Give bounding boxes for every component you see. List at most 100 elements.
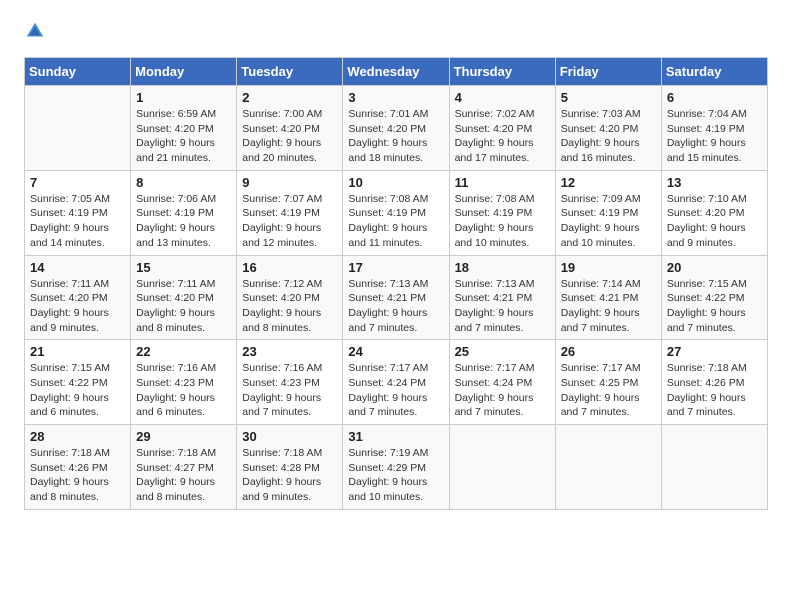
day-number: 18 [455,260,550,275]
day-info: Sunrise: 7:16 AMSunset: 4:23 PMDaylight:… [242,361,337,420]
day-number: 26 [561,344,656,359]
header-day-saturday: Saturday [661,58,767,86]
calendar-cell: 18 Sunrise: 7:13 AMSunset: 4:21 PMDayligh… [449,255,555,340]
day-info: Sunrise: 7:11 AMSunset: 4:20 PMDaylight:… [136,277,231,336]
calendar-header: SundayMondayTuesdayWednesdayThursdayFrid… [25,58,768,86]
calendar-cell: 20 Sunrise: 7:15 AMSunset: 4:22 PMDayligh… [661,255,767,340]
calendar-cell [555,425,661,510]
day-number: 7 [30,175,125,190]
day-info: Sunrise: 7:07 AMSunset: 4:19 PMDaylight:… [242,192,337,251]
header-day-monday: Monday [131,58,237,86]
day-number: 27 [667,344,762,359]
calendar-cell: 29 Sunrise: 7:18 AMSunset: 4:27 PMDayligh… [131,425,237,510]
day-info: Sunrise: 7:12 AMSunset: 4:20 PMDaylight:… [242,277,337,336]
day-number: 13 [667,175,762,190]
calendar-cell: 11Sunrise: 7:08 AMSunset: 4:19 PMDayligh… [449,170,555,255]
calendar-cell: 8 Sunrise: 7:06 AMSunset: 4:19 PMDaylight… [131,170,237,255]
day-number: 20 [667,260,762,275]
day-number: 10 [348,175,443,190]
day-info: Sunrise: 7:11 AMSunset: 4:20 PMDaylight:… [30,277,125,336]
day-info: Sunrise: 6:59 AMSunset: 4:20 PMDaylight:… [136,107,231,166]
day-number: 8 [136,175,231,190]
day-number: 17 [348,260,443,275]
day-info: Sunrise: 7:17 AMSunset: 4:24 PMDaylight:… [455,361,550,420]
calendar-cell: 5 Sunrise: 7:03 AMSunset: 4:20 PMDaylight… [555,86,661,171]
day-info: Sunrise: 7:15 AMSunset: 4:22 PMDaylight:… [667,277,762,336]
page-header [24,20,768,47]
calendar-cell: 16 Sunrise: 7:12 AMSunset: 4:20 PMDayligh… [237,255,343,340]
day-info: Sunrise: 7:00 AMSunset: 4:20 PMDaylight:… [242,107,337,166]
calendar-cell: 3 Sunrise: 7:01 AMSunset: 4:20 PMDaylight… [343,86,449,171]
week-row-4: 21 Sunrise: 7:15 AMSunset: 4:22 PMDayligh… [25,340,768,425]
calendar-cell: 19Sunrise: 7:14 AMSunset: 4:21 PMDayligh… [555,255,661,340]
day-number: 23 [242,344,337,359]
calendar-body: 1 Sunrise: 6:59 AMSunset: 4:20 PMDaylight… [25,86,768,510]
calendar-cell: 25 Sunrise: 7:17 AMSunset: 4:24 PMDayligh… [449,340,555,425]
calendar-cell: 22 Sunrise: 7:16 AMSunset: 4:23 PMDayligh… [131,340,237,425]
day-info: Sunrise: 7:16 AMSunset: 4:23 PMDaylight:… [136,361,231,420]
header-day-tuesday: Tuesday [237,58,343,86]
day-number: 1 [136,90,231,105]
day-info: Sunrise: 7:18 AMSunset: 4:26 PMDaylight:… [667,361,762,420]
day-info: Sunrise: 7:17 AMSunset: 4:25 PMDaylight:… [561,361,656,420]
day-info: Sunrise: 7:01 AMSunset: 4:20 PMDaylight:… [348,107,443,166]
calendar-table: SundayMondayTuesdayWednesdayThursdayFrid… [24,57,768,510]
calendar-cell: 27 Sunrise: 7:18 AMSunset: 4:26 PMDayligh… [661,340,767,425]
day-number: 4 [455,90,550,105]
day-info: Sunrise: 7:09 AMSunset: 4:19 PMDaylight:… [561,192,656,251]
calendar-cell [449,425,555,510]
day-number: 28 [30,429,125,444]
calendar-cell [661,425,767,510]
calendar-cell: 2Sunrise: 7:00 AMSunset: 4:20 PMDaylight… [237,86,343,171]
calendar-cell: 17 Sunrise: 7:13 AMSunset: 4:21 PMDayligh… [343,255,449,340]
day-info: Sunrise: 7:17 AMSunset: 4:24 PMDaylight:… [348,361,443,420]
week-row-2: 7 Sunrise: 7:05 AMSunset: 4:19 PMDaylight… [25,170,768,255]
calendar-cell: 28Sunrise: 7:18 AMSunset: 4:26 PMDayligh… [25,425,131,510]
week-row-5: 28Sunrise: 7:18 AMSunset: 4:26 PMDayligh… [25,425,768,510]
header-day-sunday: Sunday [25,58,131,86]
day-number: 14 [30,260,125,275]
day-number: 31 [348,429,443,444]
day-info: Sunrise: 7:05 AMSunset: 4:19 PMDaylight:… [30,192,125,251]
day-number: 25 [455,344,550,359]
calendar-cell: 7 Sunrise: 7:05 AMSunset: 4:19 PMDaylight… [25,170,131,255]
day-info: Sunrise: 7:03 AMSunset: 4:20 PMDaylight:… [561,107,656,166]
calendar-cell: 24Sunrise: 7:17 AMSunset: 4:24 PMDayligh… [343,340,449,425]
day-info: Sunrise: 7:18 AMSunset: 4:27 PMDaylight:… [136,446,231,505]
day-number: 3 [348,90,443,105]
calendar-cell: 10 Sunrise: 7:08 AMSunset: 4:19 PMDayligh… [343,170,449,255]
calendar-cell [25,86,131,171]
week-row-3: 14 Sunrise: 7:11 AMSunset: 4:20 PMDayligh… [25,255,768,340]
day-info: Sunrise: 7:13 AMSunset: 4:21 PMDaylight:… [455,277,550,336]
calendar-cell: 14 Sunrise: 7:11 AMSunset: 4:20 PMDayligh… [25,255,131,340]
day-info: Sunrise: 7:10 AMSunset: 4:20 PMDaylight:… [667,192,762,251]
day-info: Sunrise: 7:04 AMSunset: 4:19 PMDaylight:… [667,107,762,166]
calendar-cell: 21 Sunrise: 7:15 AMSunset: 4:22 PMDayligh… [25,340,131,425]
day-number: 9 [242,175,337,190]
logo [24,20,50,47]
day-info: Sunrise: 7:18 AMSunset: 4:28 PMDaylight:… [242,446,337,505]
day-number: 6 [667,90,762,105]
day-info: Sunrise: 7:08 AMSunset: 4:19 PMDaylight:… [348,192,443,251]
day-number: 29 [136,429,231,444]
day-info: Sunrise: 7:13 AMSunset: 4:21 PMDaylight:… [348,277,443,336]
day-number: 5 [561,90,656,105]
day-number: 15 [136,260,231,275]
calendar-cell: 9 Sunrise: 7:07 AMSunset: 4:19 PMDaylight… [237,170,343,255]
calendar-cell: 30 Sunrise: 7:18 AMSunset: 4:28 PMDayligh… [237,425,343,510]
calendar-cell: 1 Sunrise: 6:59 AMSunset: 4:20 PMDaylight… [131,86,237,171]
calendar-cell: 15 Sunrise: 7:11 AMSunset: 4:20 PMDayligh… [131,255,237,340]
day-info: Sunrise: 7:06 AMSunset: 4:19 PMDaylight:… [136,192,231,251]
logo-icon [24,20,46,47]
day-number: 16 [242,260,337,275]
header-row: SundayMondayTuesdayWednesdayThursdayFrid… [25,58,768,86]
day-info: Sunrise: 7:19 AMSunset: 4:29 PMDaylight:… [348,446,443,505]
day-number: 30 [242,429,337,444]
day-number: 22 [136,344,231,359]
week-row-1: 1 Sunrise: 6:59 AMSunset: 4:20 PMDaylight… [25,86,768,171]
day-number: 19 [561,260,656,275]
day-info: Sunrise: 7:15 AMSunset: 4:22 PMDaylight:… [30,361,125,420]
header-day-wednesday: Wednesday [343,58,449,86]
calendar-cell: 23 Sunrise: 7:16 AMSunset: 4:23 PMDayligh… [237,340,343,425]
day-number: 21 [30,344,125,359]
